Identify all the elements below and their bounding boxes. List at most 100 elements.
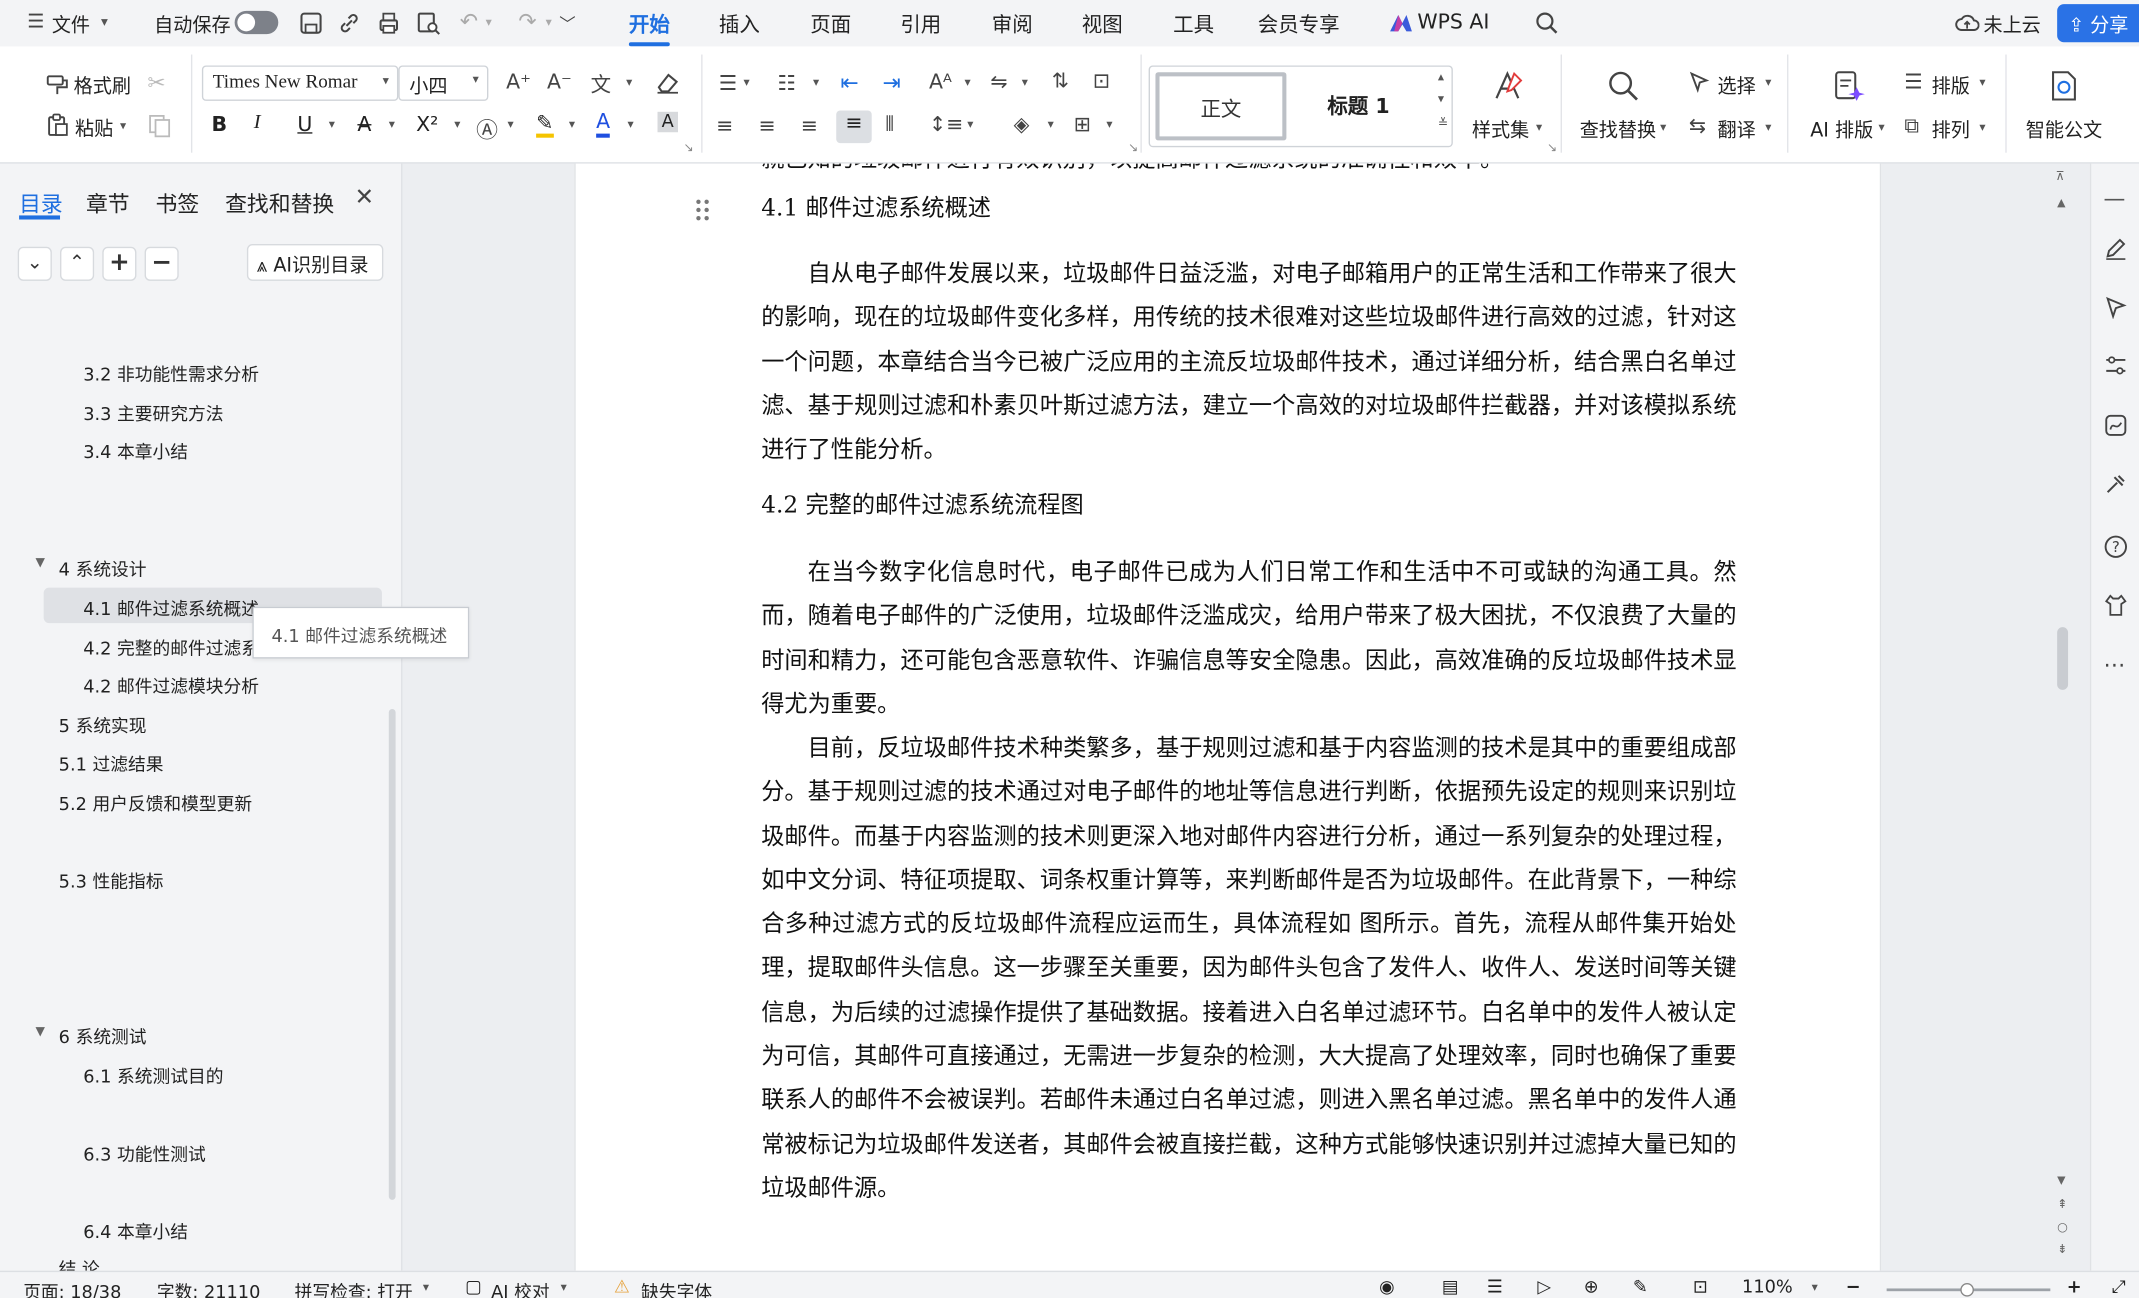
more-icon[interactable]: ⋯ xyxy=(2104,652,2129,678)
drag-handle-icon[interactable] xyxy=(696,199,710,221)
panel-scrollbar[interactable] xyxy=(388,708,396,1200)
tab-insert[interactable]: 插入 xyxy=(719,10,760,39)
find-replace-button[interactable]: 查找替换 xyxy=(1580,116,1656,143)
scroll-down-icon[interactable]: ▼ xyxy=(2057,1174,2065,1186)
superscript-icon[interactable]: X² xyxy=(416,112,438,137)
select-browse-object-icon[interactable]: ○ xyxy=(2057,1222,2068,1236)
tools-icon[interactable] xyxy=(2104,472,2129,497)
tab-reference[interactable]: 引用 xyxy=(900,10,941,39)
toc-item[interactable]: 6.3 功能性测试 xyxy=(83,1140,206,1165)
spell-check-status[interactable]: 拼写检查: 打开 xyxy=(295,1278,413,1298)
style-heading1-button[interactable]: 标题 1 xyxy=(1327,91,1389,120)
chevron-down-icon[interactable]: ▾ xyxy=(1106,119,1112,133)
chevron-down-icon[interactable]: ▾ xyxy=(628,119,634,133)
toc-item[interactable]: 4.2 邮件过滤模块分析 xyxy=(83,672,259,698)
page-up-icon[interactable]: ⊼ xyxy=(2056,170,2065,184)
write-view-icon[interactable]: ✎ xyxy=(1633,1278,1648,1298)
arrange-button[interactable]: 排列 xyxy=(1932,116,1970,143)
justify-icon[interactable]: ≡ xyxy=(836,110,872,144)
zoom-out-icon[interactable]: − xyxy=(1846,1278,1861,1298)
cloud-upload-icon[interactable] xyxy=(1955,12,1980,34)
collapse-all-button[interactable]: ⌄ xyxy=(17,246,52,281)
toc-item[interactable]: 5 系统实现 xyxy=(59,712,147,737)
text-direction-icon[interactable]: ⇋ xyxy=(990,70,1007,95)
chevron-down-icon[interactable]: ▾ xyxy=(743,76,749,90)
toc-item[interactable]: 6 系统测试 xyxy=(59,1023,147,1048)
shrink-font-icon[interactable]: A⁻ xyxy=(547,70,572,95)
print-icon[interactable] xyxy=(377,11,402,36)
menu-icon[interactable]: ☰ xyxy=(27,11,44,33)
chevron-down-icon[interactable]: ▾ xyxy=(507,119,513,133)
document-page[interactable]: 就已知的垃圾邮件进行有效识别，以提高邮件过滤系统的准确性和效率。 4.1 邮件过… xyxy=(574,163,1882,1271)
change-case-icon[interactable]: Aᴬ xyxy=(929,70,952,95)
shading-icon[interactable]: ◈ xyxy=(1014,112,1030,137)
tab-tools[interactable]: 工具 xyxy=(1173,10,1214,39)
next-page-icon[interactable]: ⇟ xyxy=(2057,1243,2067,1257)
font-dialog-launcher-icon[interactable]: ↘ xyxy=(683,142,693,156)
gallery-down-icon[interactable]: ▾ xyxy=(1438,93,1444,107)
pointer-icon[interactable] xyxy=(2104,295,2129,320)
char-shading-icon[interactable]: A xyxy=(657,111,678,133)
zoom-in-icon[interactable]: + xyxy=(2067,1278,2082,1298)
font-size-select[interactable]: 小四 ▾ xyxy=(398,65,489,101)
format-painter-button[interactable]: 格式刷 xyxy=(74,72,131,99)
prev-page-icon[interactable]: ⇞ xyxy=(2057,1198,2067,1212)
adjust-icon[interactable] xyxy=(2104,353,2129,378)
share-button[interactable]: ⇪ 分享 xyxy=(2057,4,2139,43)
select-button[interactable]: 选择 xyxy=(1717,72,1755,99)
underline-icon[interactable]: U xyxy=(297,112,312,137)
borders-icon[interactable]: ⊞ xyxy=(1074,112,1091,137)
chevron-down-icon[interactable]: ▾ xyxy=(423,1282,429,1296)
paste-button[interactable]: 粘贴 xyxy=(75,115,113,142)
chevron-down-icon[interactable]: ▾ xyxy=(1812,1282,1818,1296)
chevron-down-icon[interactable]: ▾ xyxy=(1022,76,1028,90)
toc-item-selected[interactable]: 4.1 邮件过滤系统概述 xyxy=(83,594,259,620)
highlight-icon[interactable]: ✎ xyxy=(536,112,554,138)
paragraph-dialog-launcher-icon[interactable]: ↘ xyxy=(1128,142,1138,156)
font-color-icon[interactable]: A xyxy=(596,110,611,138)
distribute-icon[interactable]: ⫴ xyxy=(885,112,894,137)
toc-item[interactable]: 5.1 过滤结果 xyxy=(59,750,164,775)
chevron-down-icon[interactable]: ▾ xyxy=(1765,121,1771,135)
sort-icon[interactable]: ⇅ xyxy=(1052,68,1069,93)
cloud-status[interactable]: 未上云 xyxy=(1983,11,2040,38)
tab-page[interactable]: 页面 xyxy=(810,10,851,39)
save-icon[interactable] xyxy=(299,11,324,36)
tab-wps-ai[interactable]: WPS AI xyxy=(1417,10,1489,35)
chevron-down-icon[interactable]: ▾ xyxy=(1660,121,1666,135)
chevron-down-icon[interactable]: ▾ xyxy=(561,1282,567,1296)
missing-font-button[interactable]: 缺失字体 xyxy=(641,1278,712,1298)
toc-item[interactable]: 5.3 性能指标 xyxy=(59,867,164,893)
align-right-icon[interactable]: ≡ xyxy=(801,113,818,138)
chevron-down-icon[interactable]: ▾ xyxy=(1536,121,1542,135)
toc-item[interactable]: 5.2 用户反馈和模型更新 xyxy=(59,789,252,815)
cut-icon[interactable]: ✂ xyxy=(147,70,165,96)
clear-format-eraser-icon[interactable] xyxy=(653,71,680,96)
chevron-down-icon[interactable]: ▾ xyxy=(964,76,970,90)
toc-item[interactable]: 3.3 主要研究方法 xyxy=(83,399,223,425)
tab-home[interactable]: 开始 xyxy=(629,10,670,39)
fullscreen-icon[interactable]: ⤢ xyxy=(2112,1278,2126,1298)
gallery-expand-icon[interactable]: ≚ xyxy=(1438,117,1448,131)
toc-item[interactable]: 6.4 本章小结 xyxy=(83,1218,188,1243)
toc-item[interactable]: 6.1 系统测试目的 xyxy=(83,1062,223,1088)
numbered-list-icon[interactable]: ☷ xyxy=(778,71,796,96)
increase-indent-icon[interactable]: ⇥ xyxy=(883,70,901,96)
translate-button[interactable]: 翻译 xyxy=(1717,116,1755,143)
tab-toc[interactable]: 目录 xyxy=(19,185,63,218)
scroll-up-icon[interactable]: ▲ xyxy=(2057,196,2065,208)
expand-triangle-icon[interactable]: ▼ xyxy=(35,1025,44,1039)
align-left-icon[interactable]: ≡ xyxy=(716,113,733,138)
fit-page-icon[interactable]: ⊡ xyxy=(1693,1278,1708,1298)
styles-dialog-launcher-icon[interactable]: ↘ xyxy=(1547,142,1557,156)
move-up-button[interactable]: ⌃ xyxy=(60,246,95,281)
style-set-button[interactable]: 样式集 xyxy=(1472,116,1529,143)
toc-item[interactable]: 3.2 非功能性需求分析 xyxy=(83,360,259,385)
redo-icon[interactable]: ↷ xyxy=(518,8,536,34)
zoom-slider-thumb[interactable] xyxy=(1960,1283,1974,1297)
strikethrough-icon[interactable]: A xyxy=(357,112,371,137)
undo-icon[interactable]: ↶ xyxy=(460,8,478,34)
signature-icon[interactable] xyxy=(2104,413,2129,438)
tab-bookmarks[interactable]: 书签 xyxy=(156,185,200,218)
tab-member[interactable]: 会员专享 xyxy=(1258,10,1340,39)
